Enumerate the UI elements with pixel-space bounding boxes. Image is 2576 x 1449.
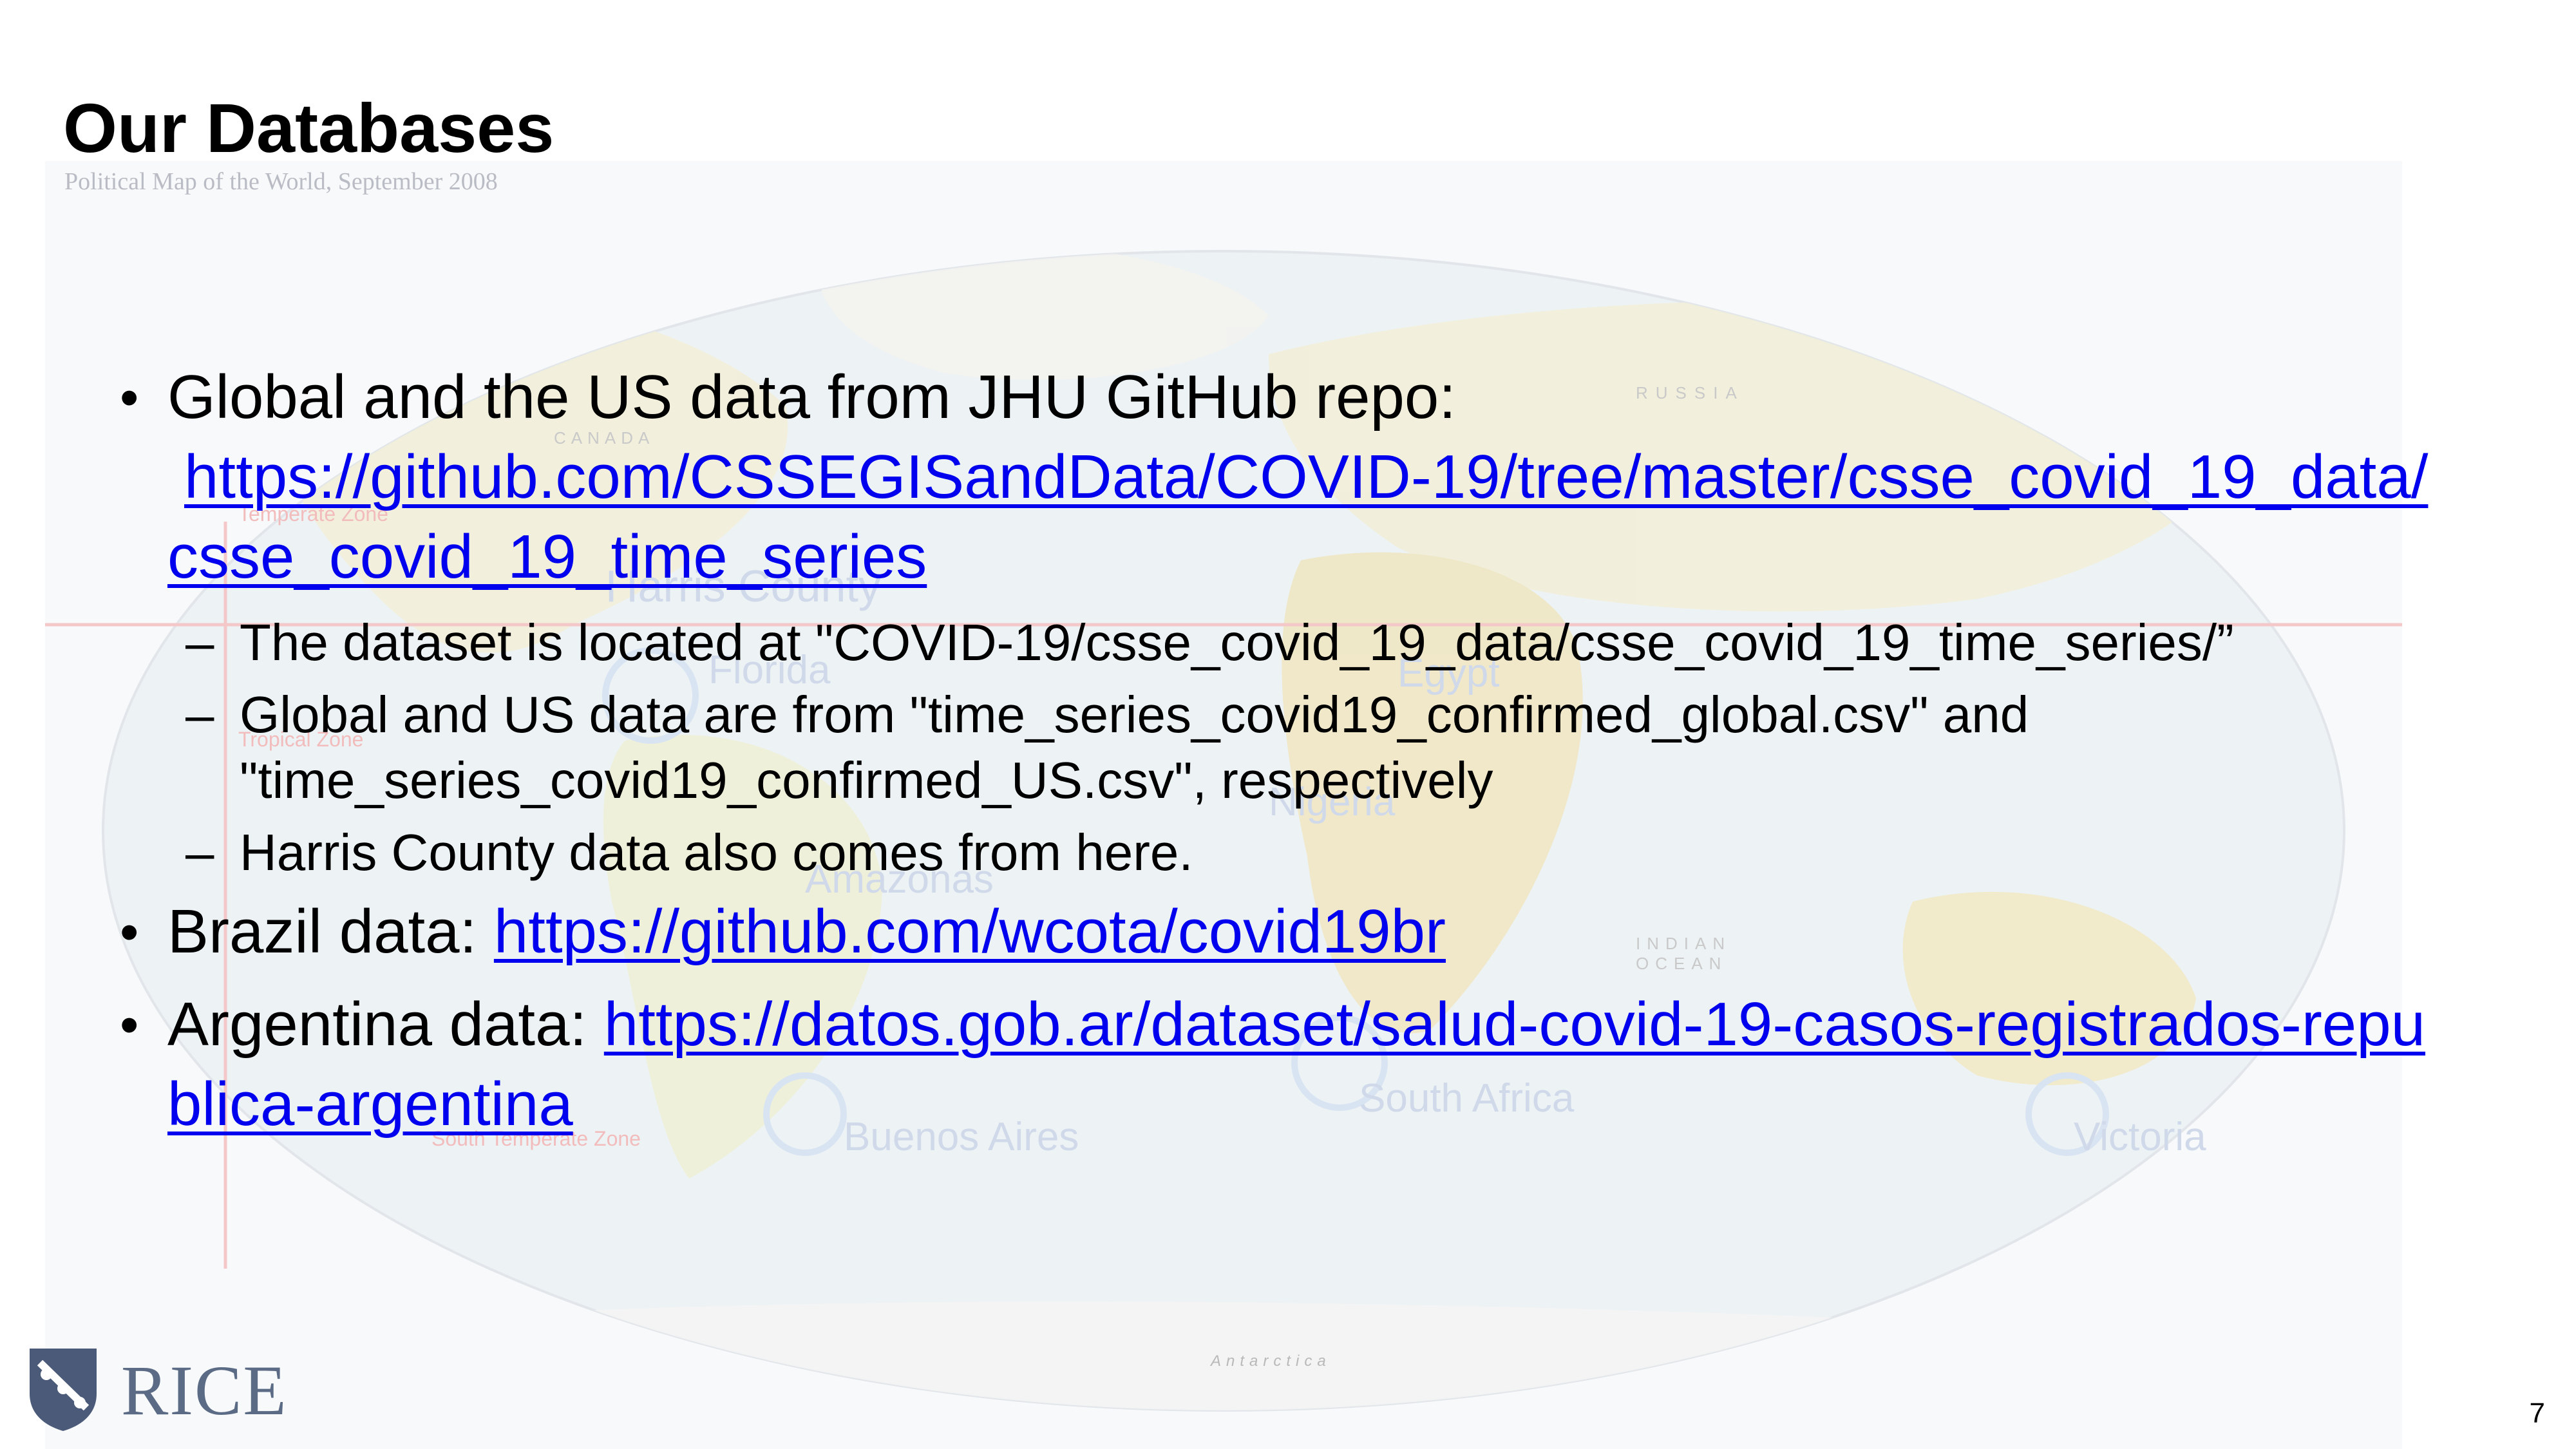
jhu-github-link[interactable]: https://github.com/CSSEGISandData/COVID-… <box>167 442 2428 591</box>
sub-bullet-files-text: Global and US data are from "time_series… <box>240 686 2029 809</box>
map-label-antarctica: Antarctica <box>1211 1352 1331 1370</box>
sub-bullet-dataset-location: – The dataset is located at "COVID-19/cs… <box>116 610 2434 676</box>
sub-bullet-dash: – <box>185 686 214 743</box>
bullet-dot: • <box>120 902 139 962</box>
bullet-dot: • <box>120 994 139 1055</box>
rice-wordmark: RICE <box>121 1351 288 1430</box>
bullet-argentina-text: Argentina data: <box>167 990 604 1059</box>
bullet-list: • Global and the US data from JHU GitHub… <box>116 357 2434 1157</box>
slide-title: Our Databases <box>63 89 554 167</box>
page-number: 7 <box>2529 1397 2545 1429</box>
rice-logo: RICE <box>24 1343 287 1434</box>
sub-bullet-harris: – Harris County data also comes from her… <box>116 820 2434 886</box>
bullet-dot: • <box>120 367 139 428</box>
sub-bullet-files: – Global and US data are from "time_seri… <box>116 682 2434 813</box>
bullet-argentina: • Argentina data: https://datos.gob.ar/d… <box>116 985 2434 1144</box>
bullet-jhu: • Global and the US data from JHU GitHub… <box>116 357 2434 597</box>
sub-bullet-harris-text: Harris County data also comes from here. <box>240 824 1193 881</box>
map-caption: Political Map of the World, September 20… <box>64 168 498 195</box>
bullet-jhu-text: Global and the US data from JHU GitHub r… <box>167 363 1456 431</box>
sub-bullet-dataset-location-text: The dataset is located at "COVID-19/csse… <box>240 614 2234 671</box>
sub-bullet-dash: – <box>185 614 214 671</box>
rice-shield-icon <box>30 1349 97 1431</box>
sub-bullet-dash: – <box>185 824 214 881</box>
bullet-brazil-text: Brazil data: <box>167 897 494 966</box>
brazil-data-link[interactable]: https://github.com/wcota/covid19br <box>494 897 1446 966</box>
bullet-brazil: • Brazil data: https://github.com/wcota/… <box>116 892 2434 972</box>
